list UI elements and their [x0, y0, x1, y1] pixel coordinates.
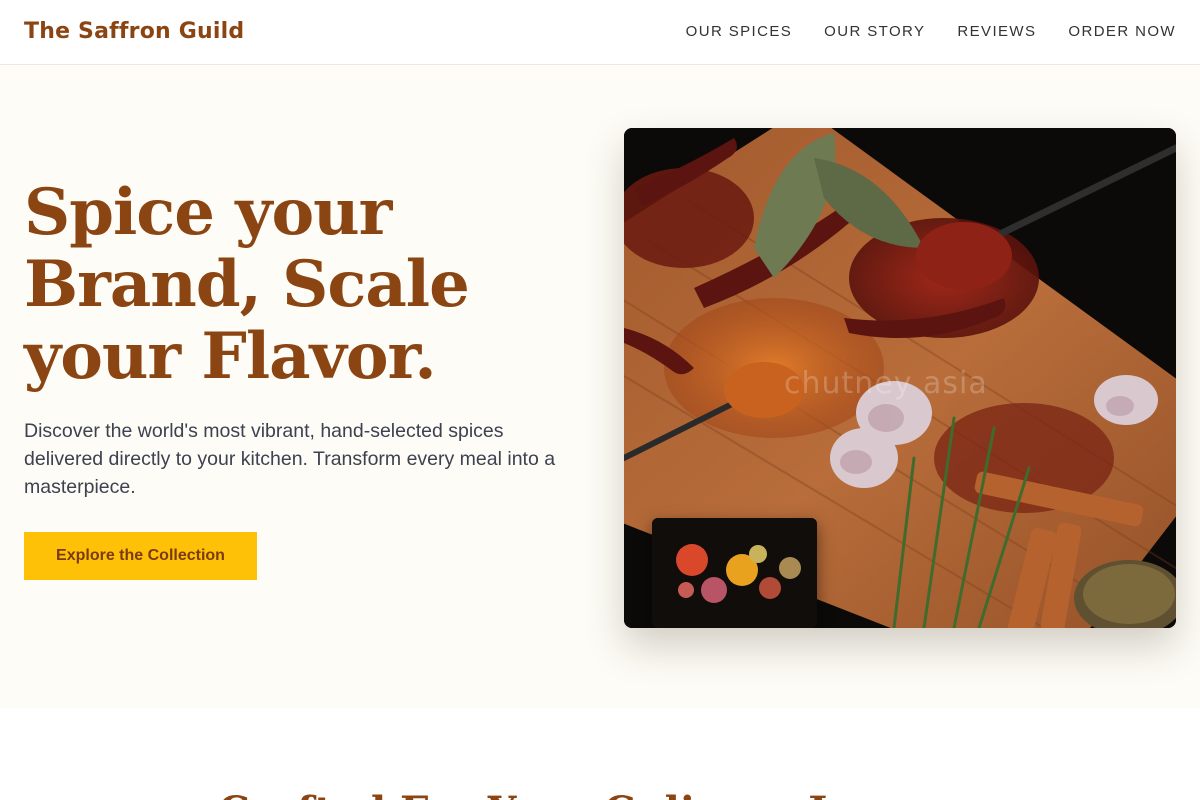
nav-reviews[interactable]: REVIEWS	[957, 22, 1036, 42]
brand-logo[interactable]: The Saffron Guild	[24, 17, 244, 47]
image-watermark: chutney asia	[784, 366, 988, 401]
site-header: The Saffron Guild OUR SPICES OUR STORY R…	[0, 0, 1200, 65]
hero-spice-image: chutney asia	[624, 128, 1176, 628]
nav-order-now[interactable]: ORDER NOW	[1068, 22, 1176, 42]
spice-thumbnail-image	[652, 518, 817, 628]
spice-piles-illustration	[652, 518, 817, 628]
hero-headline: Spice your Brand, Scale your Flavor.	[24, 177, 584, 393]
nav-our-spices[interactable]: OUR SPICES	[686, 22, 793, 42]
nav-our-story[interactable]: OUR STORY	[824, 22, 925, 42]
headline-line: Spice your	[24, 175, 392, 250]
section-title: Crafted For Your Culinary Journey	[0, 788, 1200, 800]
hero-section: Spice your Brand, Scale your Flavor. Dis…	[0, 65, 1200, 708]
main-nav: OUR SPICES OUR STORY REVIEWS ORDER NOW	[686, 22, 1176, 42]
headline-line: your Flavor.	[24, 319, 437, 394]
headline-line: Brand, Scale	[24, 247, 470, 322]
collection-intro-section: Crafted For Your Culinary Journey	[0, 708, 1200, 800]
explore-collection-button[interactable]: Explore the Collection	[24, 532, 257, 580]
hero-subtitle: Discover the world's most vibrant, hand-…	[24, 420, 556, 498]
